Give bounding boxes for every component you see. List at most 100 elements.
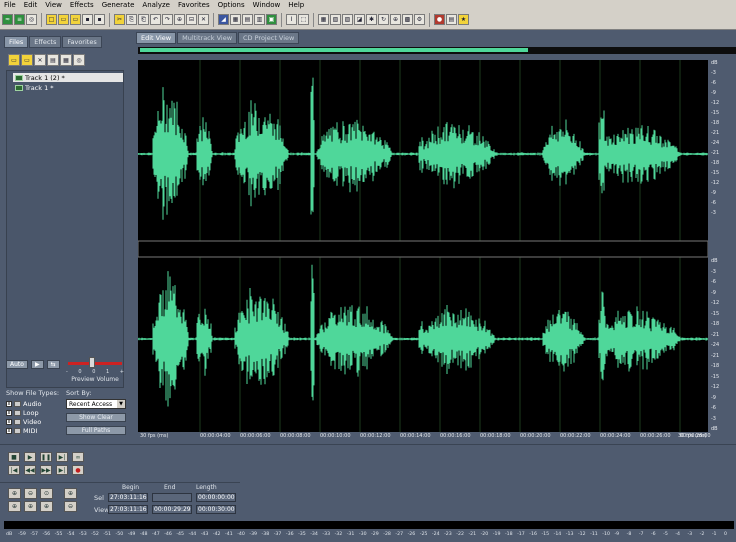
record-toolbar-icon[interactable]: ●	[434, 14, 445, 25]
type-video[interactable]: x Video	[6, 417, 64, 426]
spectral-pitch-icon[interactable]: ▤	[242, 14, 253, 25]
insert-cd-icon[interactable]: ◎	[73, 54, 85, 66]
cd-view-icon[interactable]: ◎	[26, 14, 37, 25]
record-button[interactable]: ●	[72, 465, 84, 475]
edit-file-icon[interactable]: ▤	[47, 54, 59, 66]
time-ruler[interactable]: 30 fps (ms) 00:00:04:00 00:00:06:00 00:00:0…	[138, 432, 711, 441]
list-item[interactable]: Track 1 (2) *	[13, 73, 123, 82]
zoom-out-vertical-button[interactable]: ⊖	[64, 501, 77, 512]
go-to-start-button[interactable]: |◀	[8, 465, 20, 475]
preview-loop-button[interactable]: ⇆	[46, 360, 60, 369]
menu-effects[interactable]: Effects	[66, 0, 98, 10]
tab-multitrack-view[interactable]: Multitrack View	[177, 32, 238, 44]
tab-cd-project-view[interactable]: CD Project View	[238, 32, 300, 44]
import-file-icon[interactable]: ▭	[21, 54, 33, 66]
view-length-field[interactable]: 00:00:30:00	[196, 505, 236, 514]
scrub-icon[interactable]: ◪	[354, 14, 365, 25]
fast-forward-button[interactable]: ▶▶	[40, 465, 52, 475]
menu-window[interactable]: Window	[249, 0, 285, 10]
snap-icon[interactable]: ▧	[330, 14, 341, 25]
zoom-full-button[interactable]: ⊙	[40, 488, 53, 499]
sel-begin-field[interactable]: 27:03:11:16	[108, 493, 148, 502]
insert-multitrack-icon[interactable]: ▦	[60, 54, 72, 66]
tab-effects[interactable]: Effects	[29, 36, 62, 48]
cut-icon[interactable]: ✂	[114, 14, 125, 25]
favorites-icon[interactable]: ★	[458, 14, 469, 25]
zoom-out-horizontal-button[interactable]: ⊖	[24, 488, 37, 499]
marquee-tool-icon[interactable]: ⬚	[298, 14, 309, 25]
volume-track[interactable]	[68, 362, 122, 365]
cue-icon[interactable]: ▨	[342, 14, 353, 25]
zoom-selection-button[interactable]: ⊕	[40, 501, 53, 512]
auto-play-button[interactable]: Auto	[6, 360, 28, 369]
list-item[interactable]: Track 1 *	[13, 83, 123, 92]
sort-by-select[interactable]: Recent Access ▼	[66, 399, 126, 409]
full-paths-button[interactable]: Full Paths	[66, 426, 126, 435]
info-icon[interactable]: ▩	[402, 14, 413, 25]
zoom-in-horizontal-button[interactable]: ⊕	[8, 488, 21, 499]
grid-icon[interactable]: ▦	[318, 14, 329, 25]
undo-icon[interactable]: ↶	[150, 14, 161, 25]
audio-checkbox[interactable]: x	[6, 400, 12, 407]
waveform-channel[interactable]	[138, 77, 708, 220]
noise-icon[interactable]: ✱	[366, 14, 377, 25]
tab-favorites[interactable]: Favorites	[62, 36, 102, 48]
view-end-field[interactable]: 00:00:29:29	[152, 505, 192, 514]
menu-file[interactable]: File	[0, 0, 20, 10]
preview-play-button[interactable]: ▶	[30, 360, 44, 369]
rewind-button[interactable]: ◀◀	[24, 465, 36, 475]
overview-range[interactable]	[140, 48, 528, 52]
sel-end-field[interactable]	[152, 493, 192, 502]
close-file-icon[interactable]: ✕	[34, 54, 46, 66]
phase-icon[interactable]: ▣	[266, 14, 277, 25]
paste-icon[interactable]: ⎗	[138, 14, 149, 25]
save-all-icon[interactable]: ▪	[94, 14, 105, 25]
pause-button[interactable]: ❚❚	[40, 452, 52, 462]
volume-knob[interactable]	[89, 357, 95, 368]
overview-bar[interactable]	[138, 47, 736, 54]
zoom-in-vertical-button[interactable]: ⊕	[64, 488, 77, 499]
tab-files[interactable]: Files	[4, 36, 29, 48]
stop-button[interactable]: ■	[8, 452, 20, 462]
menu-edit[interactable]: Edit	[20, 0, 42, 10]
play-to-end-button[interactable]: ▶|	[56, 452, 68, 462]
zoom-icon[interactable]: ⊕	[390, 14, 401, 25]
view-begin-field[interactable]: 27:03:11:16	[108, 505, 148, 514]
delete-icon[interactable]: ✕	[198, 14, 209, 25]
open-append-icon[interactable]: ▭	[70, 14, 81, 25]
waveform-channel[interactable]	[138, 264, 708, 407]
type-audio[interactable]: x Audio	[6, 399, 64, 408]
type-loop[interactable]: x Loop	[6, 408, 64, 417]
pan-icon[interactable]: ▥	[254, 14, 265, 25]
sel-length-field[interactable]: 00:00:00:00	[196, 493, 236, 502]
waveform-canvas[interactable]	[138, 60, 708, 432]
mix-paste-icon[interactable]: ⊕	[174, 14, 185, 25]
waveform-view-icon[interactable]: ≈	[2, 14, 13, 25]
copy-icon[interactable]: ⎘	[126, 14, 137, 25]
go-to-end-button[interactable]: ▶|	[56, 465, 68, 475]
menu-generate[interactable]: Generate	[98, 0, 139, 10]
trim-icon[interactable]: ⊟	[186, 14, 197, 25]
loop-button[interactable]: ∞	[72, 452, 84, 462]
time-selection-tool-icon[interactable]: I	[286, 14, 297, 25]
open-file-icon[interactable]: ▭	[8, 54, 20, 66]
menu-view[interactable]: View	[41, 0, 66, 10]
loop-checkbox[interactable]: x	[6, 409, 12, 416]
redo-icon[interactable]: ↷	[162, 14, 173, 25]
zoom-right-button[interactable]: ⊕	[24, 501, 37, 512]
play-button[interactable]: ▶	[24, 452, 36, 462]
settings-icon[interactable]: ⚙	[414, 14, 425, 25]
video-checkbox[interactable]: x	[6, 418, 12, 425]
new-file-icon[interactable]: □	[46, 14, 57, 25]
menu-favorites[interactable]: Favorites	[174, 0, 214, 10]
loop-icon[interactable]: ↻	[378, 14, 389, 25]
multitrack-view-icon[interactable]: ≡	[14, 14, 25, 25]
menu-help[interactable]: Help	[284, 0, 308, 10]
tab-edit-view[interactable]: Edit View	[136, 32, 177, 44]
open-file-icon[interactable]: ▭	[58, 14, 69, 25]
analyze-icon[interactable]: ▤	[446, 14, 457, 25]
waveform-display[interactable]	[138, 60, 708, 432]
spectral-icon[interactable]: ▦	[230, 14, 241, 25]
zoom-left-button[interactable]: ⊕	[8, 501, 21, 512]
save-icon[interactable]: ▪	[82, 14, 93, 25]
